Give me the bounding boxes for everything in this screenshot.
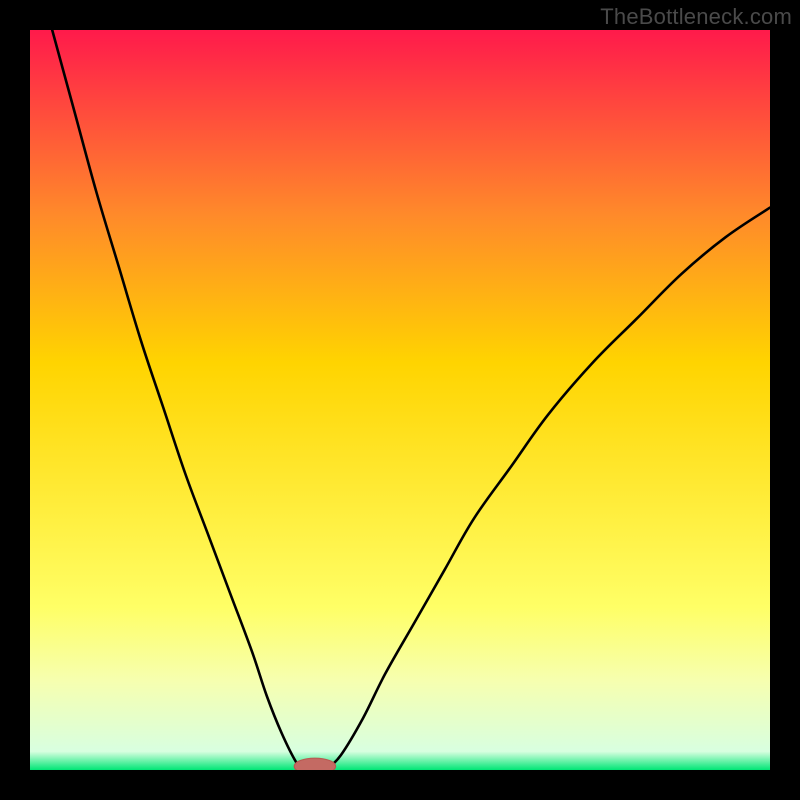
minimum-marker: [294, 758, 335, 770]
gradient-background: [30, 30, 770, 770]
bottleneck-plot: [30, 30, 770, 770]
chart-frame: [30, 30, 770, 770]
watermark-text: TheBottleneck.com: [600, 4, 792, 30]
